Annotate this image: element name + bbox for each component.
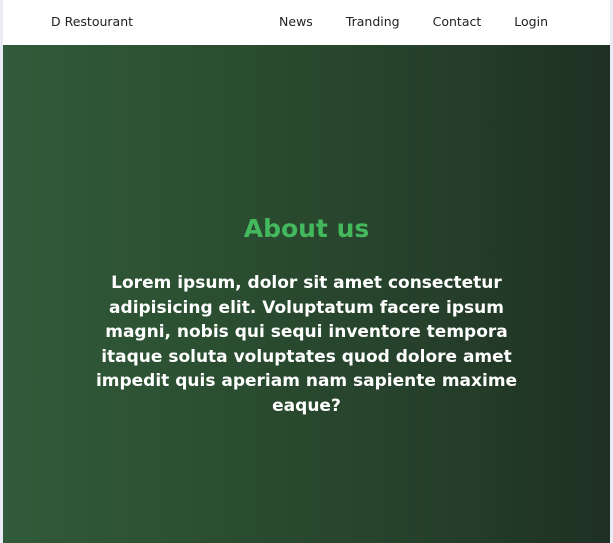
about-us-description: Lorem ipsum, dolor sit amet consectetur … (95, 273, 518, 416)
nav-login-link[interactable]: Login (514, 14, 548, 29)
about-hero-section: About us Lorem ipsum, dolor sit amet con… (3, 45, 610, 543)
brand-link[interactable]: D Restourant (51, 14, 133, 29)
top-navbar: D Restourant News Tranding Contact Login (3, 0, 610, 45)
nav-trending-link[interactable]: Tranding (346, 14, 400, 29)
nav-news-link[interactable]: News (279, 14, 313, 29)
about-us-heading: About us (243, 214, 370, 243)
primary-navigation: News Tranding Contact Login (279, 14, 548, 29)
nav-contact-link[interactable]: Contact (433, 14, 482, 29)
page-frame: D Restourant News Tranding Contact Login… (0, 0, 613, 543)
